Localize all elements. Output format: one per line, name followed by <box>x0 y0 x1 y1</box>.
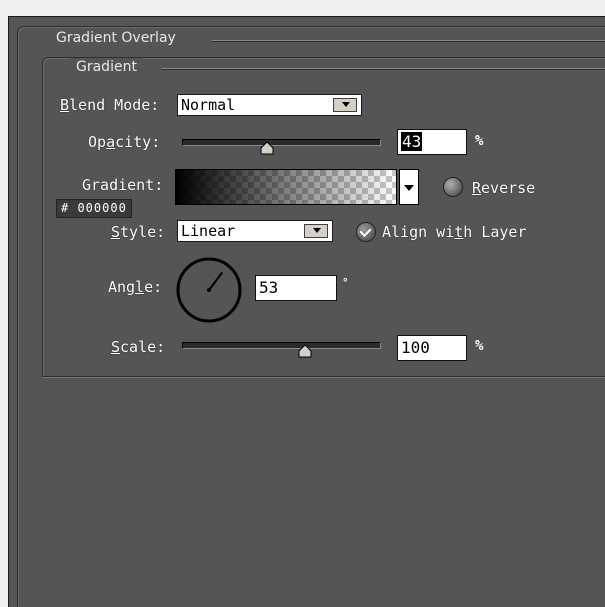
angle-label: Angle: <box>108 278 162 296</box>
angle-unit: ° <box>342 276 349 289</box>
style-label-key: S <box>111 223 121 241</box>
blend-mode-label: Blend Mode: <box>60 96 159 114</box>
blend-mode-label-rest: lend Mode: <box>69 96 160 114</box>
blend-mode-label-key: B <box>60 96 70 114</box>
blend-mode-select[interactable]: Normal <box>177 94 362 116</box>
align-with-layer-checkbox[interactable] <box>356 222 376 242</box>
angle-label-pre: Ang <box>108 278 136 296</box>
opacity-label: Opacity: <box>88 133 160 151</box>
opacity-input[interactable]: 43 <box>397 129 467 155</box>
reverse-label-rest: everse <box>481 179 536 197</box>
style-value: Linear <box>181 222 236 240</box>
scale-input[interactable]: 100 <box>397 335 467 361</box>
style-select[interactable]: Linear <box>177 220 333 242</box>
gradient-label: Gradient: <box>82 176 164 194</box>
section-title: Gradient Overlay <box>50 29 182 47</box>
scale-slider-track[interactable] <box>182 342 381 349</box>
scale-label-rest: cale: <box>120 338 166 356</box>
opacity-slider-thumb[interactable] <box>260 141 274 155</box>
scale-label-key: S <box>111 338 121 356</box>
style-label-rest: tyle: <box>120 223 166 241</box>
angle-label-post: e: <box>144 278 163 296</box>
align-with-layer-label: Align with Layer <box>382 223 527 241</box>
opacity-label-pre: Op <box>88 133 107 151</box>
gradient-preview[interactable] <box>175 169 397 205</box>
group-divider <box>162 68 605 69</box>
angle-dial[interactable] <box>174 255 244 325</box>
chevron-down-icon[interactable] <box>304 224 328 238</box>
blend-mode-value: Normal <box>181 96 236 114</box>
opacity-value: 43 <box>401 132 423 151</box>
section-divider <box>212 40 605 41</box>
scale-label: Scale: <box>111 338 165 356</box>
style-label: Style: <box>111 223 165 241</box>
align-label-post: h Layer <box>463 223 527 241</box>
angle-label-key: l <box>135 278 145 296</box>
hex-color-readout: # 000000 <box>56 199 132 218</box>
gradient-dropdown-button[interactable] <box>399 169 419 205</box>
group-title: Gradient <box>70 58 143 76</box>
align-label-key: t <box>454 223 464 241</box>
angle-input[interactable]: 53 <box>255 275 337 301</box>
opacity-label-post: city: <box>115 133 161 151</box>
reverse-label: Reverse <box>472 179 535 197</box>
align-label-pre: Align wi <box>382 223 455 241</box>
chevron-down-icon[interactable] <box>333 98 357 112</box>
opacity-unit: % <box>475 133 484 149</box>
scale-unit: % <box>475 338 484 354</box>
reverse-label-key: R <box>472 179 482 197</box>
opacity-slider-track[interactable] <box>182 139 381 146</box>
scale-slider-thumb[interactable] <box>298 344 312 358</box>
reverse-checkbox[interactable] <box>443 177 463 197</box>
opacity-label-key: a <box>106 133 116 151</box>
